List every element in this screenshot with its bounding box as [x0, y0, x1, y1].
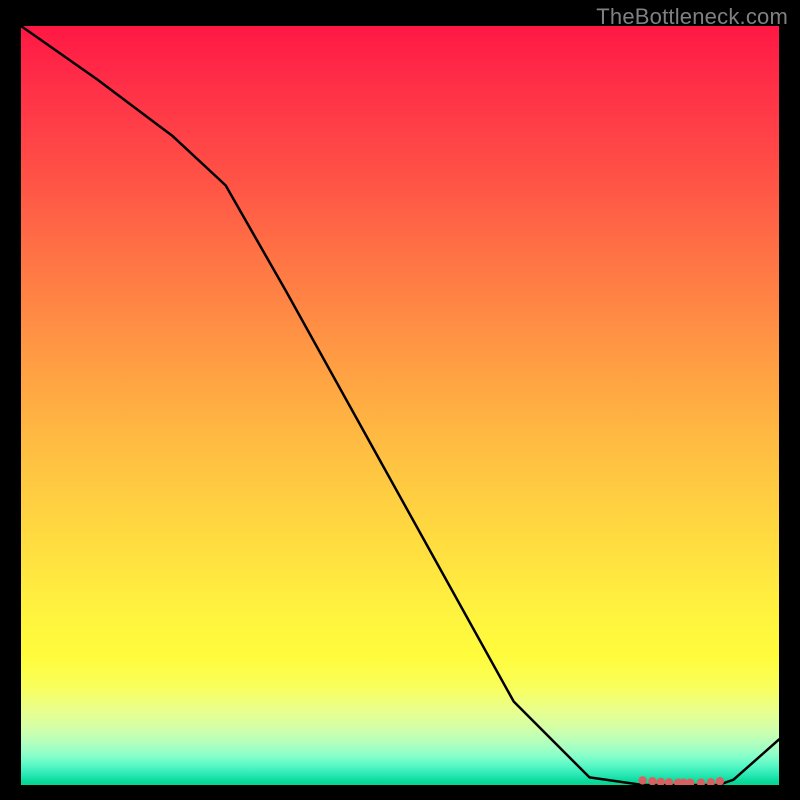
- line-layer: [21, 26, 779, 785]
- scatter-point: [697, 779, 705, 785]
- chart-svg: [21, 26, 779, 785]
- scatter-point: [665, 778, 673, 785]
- scatter-point: [707, 778, 715, 785]
- scatter-point: [638, 776, 646, 784]
- scatter-point: [657, 778, 665, 785]
- watermark-text: TheBottleneck.com: [596, 4, 788, 30]
- scatter-point: [686, 779, 694, 785]
- scatter-point: [648, 777, 656, 785]
- plot-area: [21, 26, 779, 785]
- chart-frame: TheBottleneck.com: [0, 0, 800, 800]
- scatter-points: [638, 776, 724, 785]
- line-path: [21, 26, 779, 785]
- scatter-point: [716, 777, 724, 785]
